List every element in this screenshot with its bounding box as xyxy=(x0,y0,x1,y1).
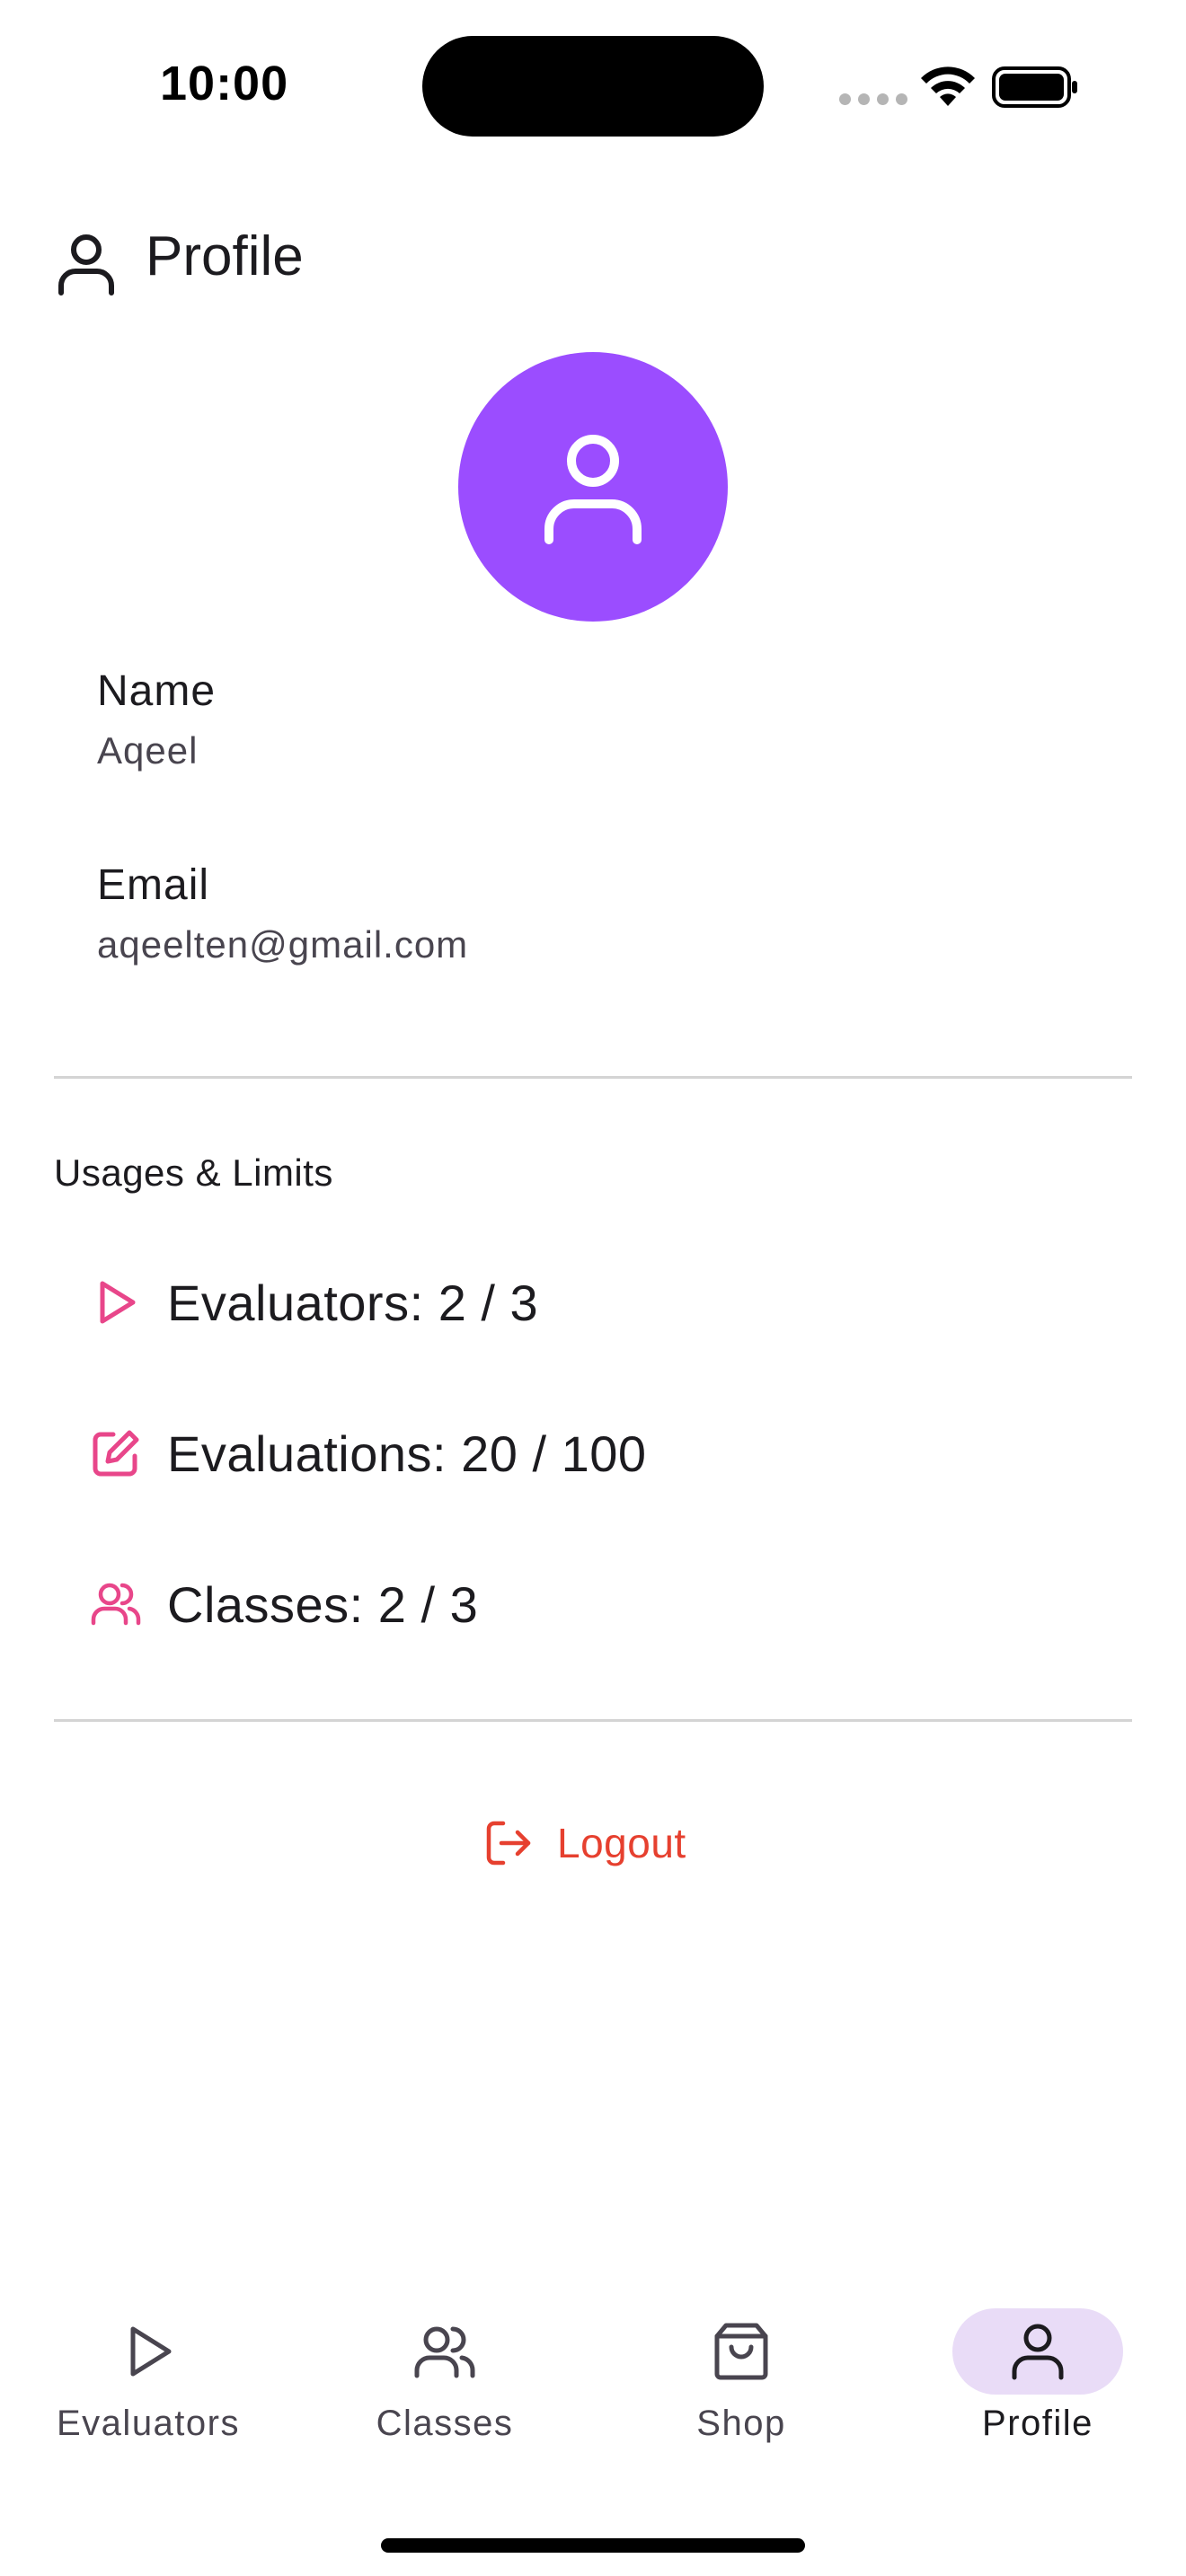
nav-item-evaluators[interactable]: Evaluators xyxy=(0,2281,296,2461)
wifi-icon xyxy=(921,66,975,106)
nav-item-profile[interactable]: Profile xyxy=(890,2281,1186,2461)
logout-button[interactable]: Logout xyxy=(483,1818,686,1868)
home-indicator[interactable] xyxy=(381,2538,805,2553)
battery-icon xyxy=(992,66,1077,108)
avatar xyxy=(458,352,728,622)
nav-label: Shop xyxy=(696,2404,786,2443)
logout-label: Logout xyxy=(557,1820,686,1866)
usage-text: Classes: 2 / 3 xyxy=(167,1575,479,1633)
person-icon xyxy=(544,435,642,544)
name-label: Name xyxy=(97,667,217,715)
email-value: aqeelten@gmail.com xyxy=(97,923,469,966)
usage-item-evaluations: Evaluations: 20 / 100 xyxy=(90,1417,647,1489)
usage-item-classes: Classes: 2 / 3 xyxy=(90,1568,478,1640)
email-label: Email xyxy=(97,861,210,909)
play-icon xyxy=(100,1281,136,1324)
bottom-nav: Evaluators Classes Shop Profile xyxy=(0,2281,1186,2461)
page-title: Profile xyxy=(146,225,304,287)
person-icon xyxy=(1012,2324,1064,2380)
users-icon xyxy=(91,1583,141,1626)
usage-text: Evaluations: 20 / 100 xyxy=(167,1425,647,1482)
status-time: 10:00 xyxy=(160,57,289,110)
signal-icon xyxy=(839,93,907,105)
divider xyxy=(54,1076,1132,1079)
edit-icon xyxy=(93,1430,139,1477)
section-title: Usages & Limits xyxy=(54,1151,333,1194)
usage-text: Evaluators: 2 / 3 xyxy=(167,1274,539,1331)
users-icon xyxy=(414,2326,475,2378)
logout-icon xyxy=(486,1821,531,1866)
divider xyxy=(54,1719,1132,1722)
nav-label: Evaluators xyxy=(57,2404,240,2443)
name-value: Aqeel xyxy=(97,729,199,772)
shopping-bag-icon xyxy=(714,2323,768,2380)
nav-item-shop[interactable]: Shop xyxy=(593,2281,890,2461)
play-icon xyxy=(130,2326,172,2377)
nav-item-classes[interactable]: Classes xyxy=(296,2281,593,2461)
dynamic-island xyxy=(422,36,764,137)
usage-item-evaluators: Evaluators: 2 / 3 xyxy=(90,1266,538,1338)
nav-label: Classes xyxy=(376,2404,514,2443)
person-icon xyxy=(58,234,114,296)
nav-label: Profile xyxy=(982,2404,1093,2443)
